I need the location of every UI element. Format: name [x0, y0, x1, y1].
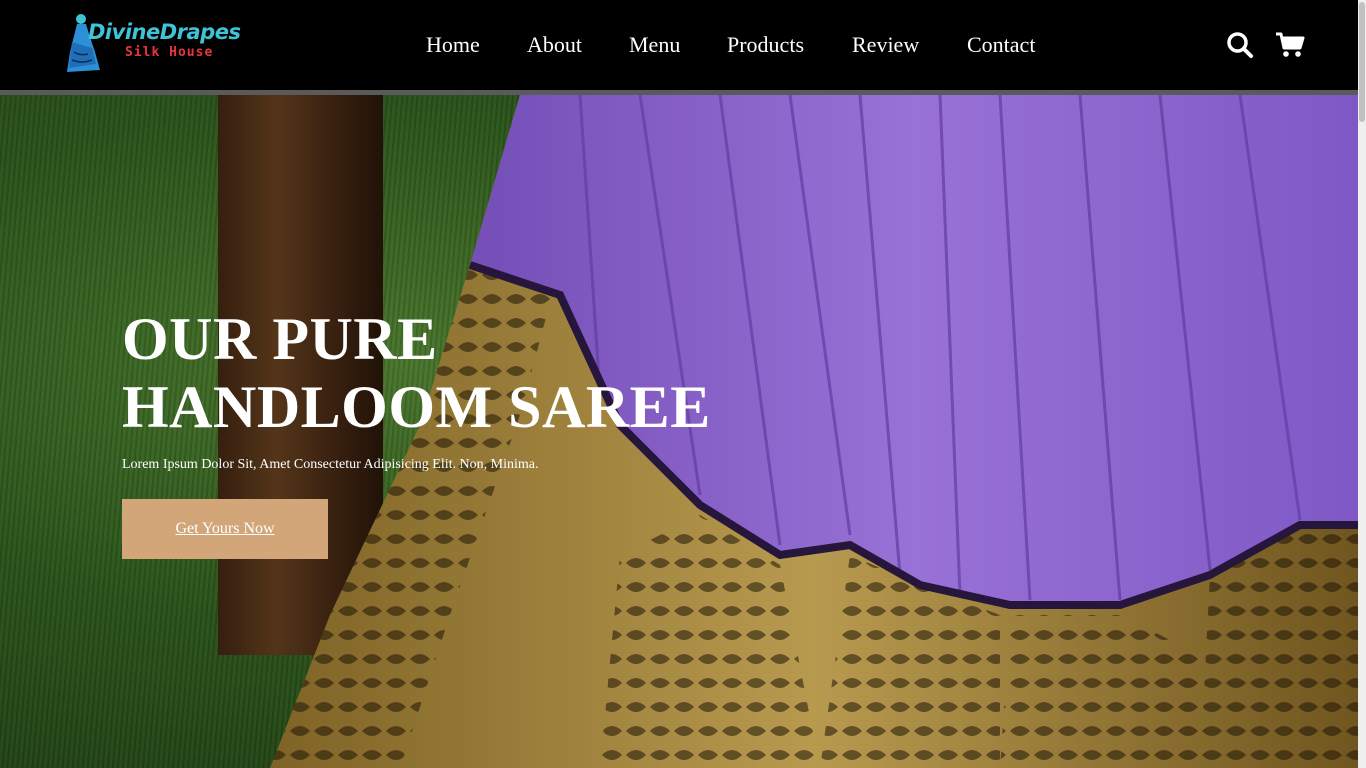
site-header: DivineDrapes Silk House Home About Menu … [0, 0, 1366, 90]
get-yours-now-button[interactable]: Get Yours Now [122, 499, 328, 559]
hero-title: OUR PURE HANDLOOM SAREE [122, 305, 762, 441]
brand-name: DivineDrapes [88, 20, 241, 44]
nav-menu[interactable]: Menu [629, 30, 680, 60]
nav-review[interactable]: Review [852, 30, 919, 60]
scrollbar-thumb[interactable] [1359, 2, 1365, 122]
nav-contact[interactable]: Contact [967, 30, 1035, 60]
cart-button[interactable] [1273, 28, 1307, 62]
search-button[interactable] [1223, 28, 1257, 62]
hero-title-line1: OUR PURE [122, 306, 438, 372]
hero-title-line2: HANDLOOM SAREE [122, 374, 711, 440]
hero-banner: OUR PURE HANDLOOM SAREE Lorem Ipsum Dolo… [0, 95, 1358, 768]
nav-about[interactable]: About [527, 30, 582, 60]
brand-tagline: Silk House [125, 45, 214, 60]
page-scrollbar[interactable] [1358, 0, 1366, 768]
hero-subtitle: Lorem Ipsum Dolor Sit, Amet Consectetur … [122, 457, 539, 472]
search-icon [1227, 32, 1253, 58]
hero-content: OUR PURE HANDLOOM SAREE Lorem Ipsum Dolo… [122, 305, 762, 559]
shopping-cart-icon [1276, 32, 1305, 57]
nav-products[interactable]: Products [727, 30, 804, 60]
brand-logo[interactable]: DivineDrapes Silk House [62, 12, 262, 74]
header-divider [0, 90, 1358, 95]
nav-home[interactable]: Home [426, 30, 480, 60]
